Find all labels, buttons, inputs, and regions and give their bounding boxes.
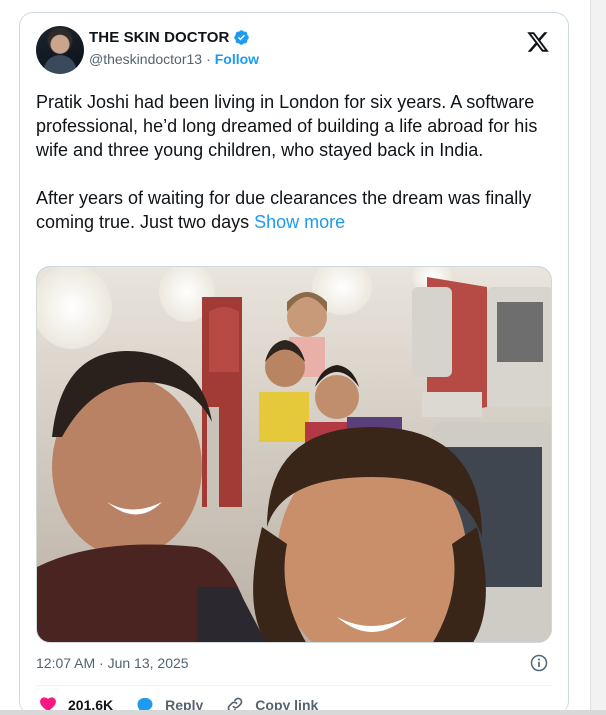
tweet-text-paragraph-1: Pratik Joshi had been living in London f… — [36, 92, 543, 160]
tweet-header: THE SKIN DOCTOR @theskindoctor13 · Follo… — [36, 26, 552, 76]
tweet-body: Pratik Joshi had been living in London f… — [36, 90, 556, 234]
author-name[interactable]: THE SKIN DOCTOR — [89, 29, 229, 46]
verified-badge-icon — [234, 30, 250, 45]
show-more-link[interactable]: Show more — [254, 212, 345, 232]
handle-row: @theskindoctor13 · Follow — [89, 51, 259, 67]
horizontal-scrollbar[interactable] — [0, 710, 606, 715]
handle-separator: · — [206, 51, 211, 67]
scrollbar-track[interactable] — [590, 0, 606, 715]
follow-button[interactable]: Follow — [215, 51, 259, 67]
avatar[interactable] — [36, 26, 84, 74]
author-handle[interactable]: @theskindoctor13 — [89, 51, 202, 67]
x-logo-icon[interactable] — [526, 30, 550, 54]
author-name-row: THE SKIN DOCTOR — [89, 29, 250, 46]
tweet-card[interactable]: THE SKIN DOCTOR @theskindoctor13 · Follo… — [19, 12, 569, 715]
selfie-photo — [37, 267, 551, 642]
page-top-margin — [0, 0, 606, 8]
divider — [36, 685, 552, 686]
info-icon[interactable] — [529, 653, 549, 673]
tweet-timestamp[interactable]: 12:07 AM · Jun 13, 2025 — [36, 655, 189, 671]
tweet-photo[interactable] — [36, 266, 552, 643]
